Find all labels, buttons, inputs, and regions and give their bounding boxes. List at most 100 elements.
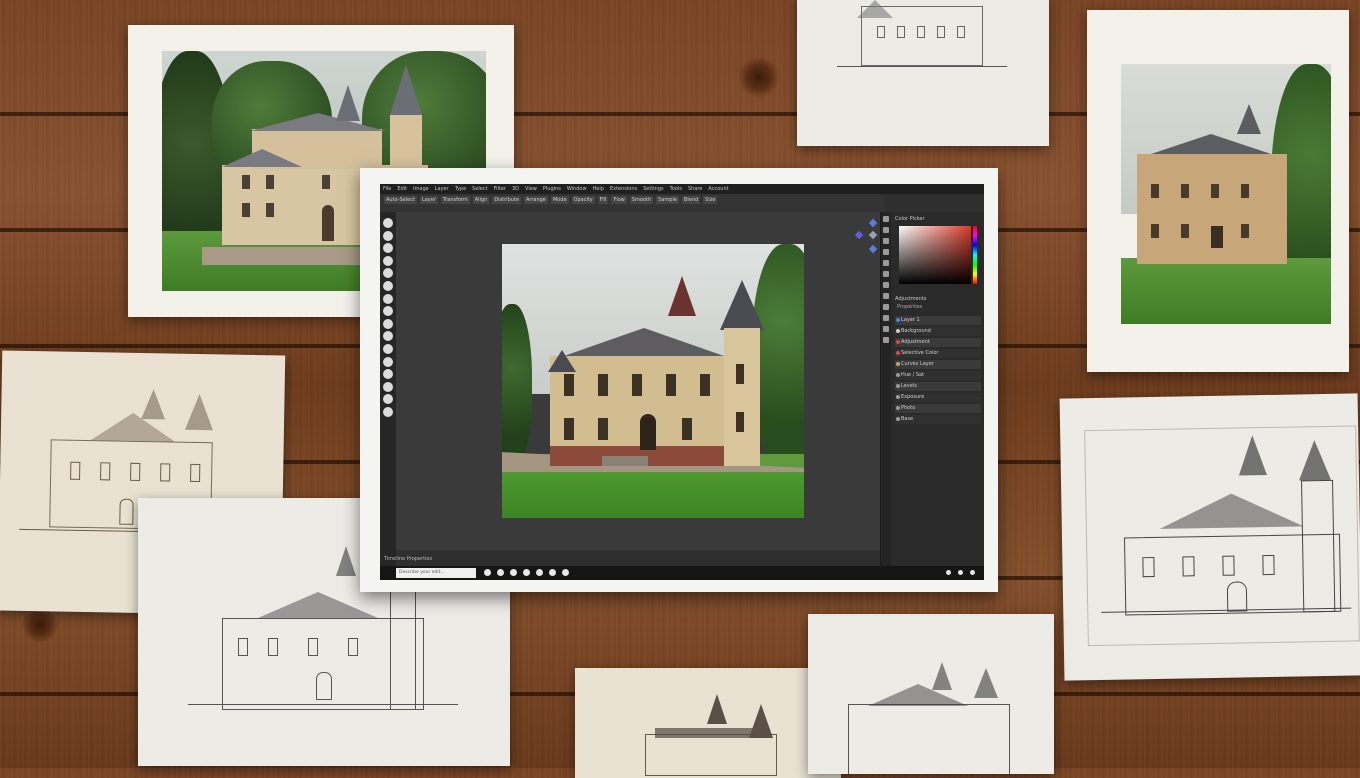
gizmo-blue-2[interactable]: [868, 244, 878, 254]
dock-icon[interactable]: [536, 569, 543, 576]
option-button[interactable]: Size: [703, 196, 718, 204]
option-button[interactable]: Auto-Select: [384, 196, 417, 204]
tool-icon[interactable]: [383, 394, 393, 405]
dock-icon[interactable]: [549, 569, 556, 576]
layer-row[interactable]: Background: [895, 327, 981, 336]
wifi-icon[interactable]: [946, 570, 951, 575]
panel-icon[interactable]: [883, 326, 889, 332]
panel-icon-strip: [881, 212, 891, 566]
color-picker-title: Color Picker: [895, 216, 925, 222]
tool-icon[interactable]: [383, 407, 393, 417]
layer-label: Exposure: [901, 394, 925, 400]
tool-icon[interactable]: [383, 356, 393, 367]
layer-row[interactable]: Hue / Sat: [895, 371, 981, 380]
menu-item[interactable]: Window: [567, 186, 587, 192]
layer-row[interactable]: Curves Layer: [895, 360, 981, 369]
layer-visibility-icon[interactable]: [896, 373, 900, 377]
option-button[interactable]: Align: [472, 196, 490, 204]
panel-icon[interactable]: [883, 315, 889, 321]
tool-icon[interactable]: [383, 243, 393, 254]
dock-icon[interactable]: [510, 569, 517, 576]
tool-icon[interactable]: [383, 344, 393, 354]
layer-visibility-icon[interactable]: [896, 406, 900, 410]
option-button[interactable]: Blend: [681, 196, 701, 204]
layer-visibility-icon[interactable]: [896, 351, 900, 355]
hue-slider[interactable]: [973, 226, 977, 284]
menu-item[interactable]: Image: [413, 186, 429, 192]
panel-icon[interactable]: [883, 260, 889, 266]
layer-row[interactable]: Levels: [895, 382, 981, 391]
tool-icon[interactable]: [383, 268, 393, 279]
dock-icon[interactable]: [523, 569, 530, 576]
panel-icon[interactable]: [883, 293, 889, 299]
layer-row[interactable]: Adjustment: [895, 338, 981, 347]
menu-item[interactable]: Help: [593, 186, 604, 192]
panel-icon[interactable]: [883, 282, 889, 288]
option-button[interactable]: Fill: [597, 196, 609, 204]
color-field[interactable]: [899, 226, 971, 284]
panel-icon[interactable]: [883, 227, 889, 233]
option-button[interactable]: Transform: [440, 196, 470, 204]
speaker-icon[interactable]: [958, 570, 963, 575]
menu-item[interactable]: Edit: [397, 186, 407, 192]
prompt-input[interactable]: Describe your edit...: [396, 568, 476, 578]
menu-item[interactable]: Plugins: [543, 186, 561, 192]
gizmo-purple[interactable]: [854, 230, 864, 240]
battery-icon[interactable]: [970, 570, 975, 575]
option-button[interactable]: Flow: [611, 196, 627, 204]
layer-row[interactable]: Exposure: [895, 393, 981, 402]
panel-icon[interactable]: [883, 337, 889, 343]
tool-icon[interactable]: [383, 306, 393, 317]
menu-item[interactable]: Filter: [494, 186, 506, 192]
menu-item[interactable]: Tools: [670, 186, 682, 192]
layer-row[interactable]: Selective Color: [895, 349, 981, 358]
tool-icon[interactable]: [383, 218, 393, 228]
menu-item[interactable]: Settings: [643, 186, 664, 192]
layer-row[interactable]: Layer 1: [895, 316, 981, 325]
option-button[interactable]: Layer: [419, 196, 438, 204]
tool-icon[interactable]: [383, 381, 393, 392]
panel-icon[interactable]: [883, 271, 889, 277]
option-button[interactable]: Distribute: [492, 196, 521, 204]
panel-icon[interactable]: [883, 216, 889, 222]
tool-icon[interactable]: [383, 369, 393, 380]
tool-icon[interactable]: [383, 318, 393, 329]
dock-icon[interactable]: [484, 569, 491, 576]
option-button[interactable]: Mode: [550, 196, 569, 204]
layer-visibility-icon[interactable]: [896, 384, 900, 388]
menu-item[interactable]: 3D: [512, 186, 519, 192]
layer-visibility-icon[interactable]: [896, 329, 900, 333]
layer-visibility-icon[interactable]: [896, 362, 900, 366]
menu-item[interactable]: Select: [472, 186, 487, 192]
menu-item[interactable]: Account: [708, 186, 728, 192]
dock-icon[interactable]: [497, 569, 504, 576]
wood-knot: [738, 56, 780, 98]
dock-icon[interactable]: [562, 569, 569, 576]
layer-visibility-icon[interactable]: [896, 395, 900, 399]
menu-item[interactable]: Share: [688, 186, 702, 192]
menu-item[interactable]: Type: [455, 186, 466, 192]
menu-item[interactable]: View: [525, 186, 537, 192]
layer-visibility-icon[interactable]: [896, 318, 900, 322]
layer-visibility-icon[interactable]: [896, 340, 900, 344]
gizmo-blue[interactable]: [868, 218, 878, 228]
option-button[interactable]: Opacity: [571, 196, 595, 204]
menu-item[interactable]: Layer: [435, 186, 449, 192]
layer-visibility-icon[interactable]: [896, 417, 900, 421]
tool-icon[interactable]: [383, 331, 393, 342]
tool-icon[interactable]: [383, 281, 393, 291]
layer-row[interactable]: Photo: [895, 404, 981, 413]
menu-item[interactable]: File: [383, 186, 391, 192]
panel-icon[interactable]: [883, 238, 889, 244]
tool-icon[interactable]: [383, 293, 393, 304]
layer-row[interactable]: Base: [895, 415, 981, 424]
tool-icon[interactable]: [383, 230, 393, 241]
panel-icon[interactable]: [883, 304, 889, 310]
gizmo-gray[interactable]: [868, 230, 878, 240]
panel-icon[interactable]: [883, 249, 889, 255]
menu-item[interactable]: Extensions: [610, 186, 637, 192]
option-button[interactable]: Smooth: [629, 196, 654, 204]
tool-icon[interactable]: [383, 255, 393, 266]
option-button[interactable]: Sample: [656, 196, 679, 204]
option-button[interactable]: Arrange: [523, 196, 548, 204]
